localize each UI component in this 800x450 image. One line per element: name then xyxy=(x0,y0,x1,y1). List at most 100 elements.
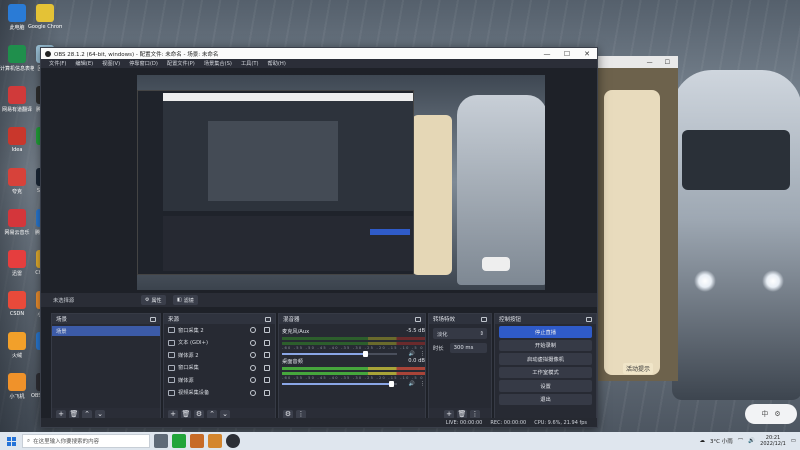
track-db: 0.0 dB xyxy=(408,358,425,364)
desktop-icon[interactable]: Google Chrome xyxy=(28,4,62,30)
undock-icon[interactable] xyxy=(265,316,271,322)
notification-icon[interactable]: ▭ xyxy=(791,438,796,444)
filters-button[interactable]: ◧ 滤镜 xyxy=(173,295,198,305)
taskbar: ⌕ 在这里输入你要搜索的内容 ☁ 3°C 小雨 ⌒ 🔊 20:21 2022/1… xyxy=(0,432,800,450)
lock-icon[interactable] xyxy=(264,352,270,359)
network-icon[interactable]: ⌒ xyxy=(738,437,744,445)
clock[interactable]: 20:21 2022/12/1 xyxy=(760,435,786,447)
duration-input[interactable]: 300 ms xyxy=(449,343,487,353)
controls-dock: 控制按钮 停止直播 开始录制 启动虚拟摄像机 工作室模式 设置 退出 xyxy=(494,313,597,421)
cpu-status: CPU: 9.6%, 21.94 fps xyxy=(534,419,587,426)
source-item[interactable]: 媒体源 2 xyxy=(164,349,275,362)
source-item[interactable]: 窗口采集 xyxy=(164,362,275,375)
menu-item[interactable]: 配置文件(P) xyxy=(167,60,195,67)
menu-item[interactable]: 编辑(E) xyxy=(75,60,93,67)
maximize-button[interactable]: ☐ xyxy=(557,50,577,58)
app-icon xyxy=(8,127,26,145)
menu-item[interactable]: 停靠窗口(D) xyxy=(129,60,158,67)
preview-canvas[interactable] xyxy=(137,75,545,290)
obs-titlebar: OBS 28.1.2 (64-bit, windows) - 配置文件: 未命名… xyxy=(41,48,597,59)
meter-ticks: -60 -55 -50 -45 -40 -35 -30 -25 -20 -15 … xyxy=(282,376,424,380)
control-button[interactable]: 退出 xyxy=(499,393,592,405)
menu-item[interactable]: 视图(V) xyxy=(102,60,120,67)
properties-button[interactable]: ⚙ 属性 xyxy=(141,295,166,305)
speaker-icon[interactable]: 🔊 xyxy=(409,381,415,387)
source-item[interactable]: 窗口采集 2 xyxy=(164,324,275,337)
visibility-icon[interactable] xyxy=(250,327,256,334)
minimize-button[interactable]: — xyxy=(537,50,557,58)
control-button[interactable]: 启动虚拟摄像机 xyxy=(499,353,592,365)
menu-item[interactable]: 工具(T) xyxy=(241,60,259,67)
visibility-icon[interactable] xyxy=(250,339,256,346)
maximize-icon[interactable]: ☐ xyxy=(665,59,670,66)
mixer-track: 桌面音频 0.0 dB -60 -55 -50 -45 -40 -35 -30 -2… xyxy=(282,358,425,387)
preview-nested-screen xyxy=(137,90,414,275)
start-button[interactable] xyxy=(0,432,22,450)
visibility-icon[interactable] xyxy=(250,377,256,384)
mixer-dock: 混音器 麦克风/Aux -5.5 dB -60 -55 -50 -45 -40 -3… xyxy=(278,313,426,421)
source-item[interactable]: 文本 (GDI+) xyxy=(164,337,275,350)
wechat-icon[interactable] xyxy=(172,434,186,448)
weather-text[interactable]: 3°C 小雨 xyxy=(710,437,733,445)
source-item[interactable]: 媒体源 xyxy=(164,374,275,387)
source-name: 视频采集设备 xyxy=(178,390,210,397)
taskbar-search[interactable]: ⌕ 在这里输入你要搜索的内容 xyxy=(22,434,150,448)
control-button[interactable]: 开始录制 xyxy=(499,339,592,351)
task-view-icon[interactable] xyxy=(154,434,168,448)
app-icon xyxy=(36,4,54,22)
volume-slider[interactable]: 🔊 ⋮ xyxy=(282,351,425,357)
control-button[interactable]: 停止直播 xyxy=(499,326,592,338)
audio-meter xyxy=(282,367,425,370)
source-name: 窗口采集 2 xyxy=(178,327,204,334)
app-taskbar-icon[interactable] xyxy=(208,434,222,448)
volume-icon[interactable]: 🔊 xyxy=(748,438,755,444)
obs-taskbar-icon[interactable] xyxy=(226,434,240,448)
source-name: 媒体源 2 xyxy=(178,352,199,359)
source-type-icon xyxy=(168,389,175,396)
source-type-icon xyxy=(168,377,175,384)
visibility-icon[interactable] xyxy=(250,364,256,371)
menu-bar: 文件(F) 编辑(E) 视图(V) 停靠窗口(D) 配置文件(P) 场景集合(S) 工具(T… xyxy=(41,59,597,68)
app-icon xyxy=(8,250,26,268)
lock-icon[interactable] xyxy=(264,327,270,334)
volume-knob[interactable] xyxy=(389,381,394,387)
visibility-icon[interactable] xyxy=(250,389,256,396)
speaker-icon[interactable]: 🔊 xyxy=(409,351,415,357)
track-menu-icon[interactable]: ⋮ xyxy=(420,381,425,387)
source-item[interactable]: 视频采集设备 xyxy=(164,387,275,400)
app-taskbar-icon[interactable] xyxy=(190,434,204,448)
lock-icon[interactable] xyxy=(264,377,270,384)
transition-select[interactable]: 淡化 ⇕ xyxy=(433,328,487,339)
wallpaper-train xyxy=(672,70,800,400)
audio-meter xyxy=(282,337,425,340)
window-title: OBS 28.1.2 (64-bit, windows) - 配置文件: 未命名… xyxy=(54,51,219,58)
ime-toolbar[interactable]: 中 ⚙ xyxy=(745,404,797,424)
control-button[interactable]: 设置 xyxy=(499,380,592,392)
menu-item[interactable]: 帮助(H) xyxy=(268,60,286,67)
close-button[interactable]: ✕ xyxy=(577,50,597,58)
lock-icon[interactable] xyxy=(264,339,270,346)
app-icon xyxy=(8,373,26,391)
gear-icon[interactable]: ⚙ xyxy=(774,410,780,418)
volume-knob[interactable] xyxy=(363,351,368,357)
lock-icon[interactable] xyxy=(264,364,270,371)
app-icon xyxy=(8,4,26,22)
scene-item[interactable]: 场景 xyxy=(52,326,160,336)
lock-icon[interactable] xyxy=(264,389,270,396)
rec-status: REC: 00:00:00 xyxy=(490,419,527,426)
minimize-icon[interactable]: — xyxy=(647,59,653,66)
activity-tip[interactable]: 活动提示 xyxy=(623,363,654,374)
volume-slider[interactable]: 🔊 ⋮ xyxy=(282,381,425,387)
undock-icon[interactable] xyxy=(150,316,156,322)
track-menu-icon[interactable]: ⋮ xyxy=(420,351,425,357)
source-type-icon xyxy=(168,339,175,346)
visibility-icon[interactable] xyxy=(250,352,256,359)
undock-icon[interactable] xyxy=(481,316,487,322)
control-button[interactable]: 工作室模式 xyxy=(499,366,592,378)
undock-icon[interactable] xyxy=(415,316,421,322)
gear-icon: ⚙ xyxy=(145,297,150,303)
menu-item[interactable]: 文件(F) xyxy=(49,60,66,67)
menu-item[interactable]: 场景集合(S) xyxy=(204,60,232,67)
undock-icon[interactable] xyxy=(586,316,592,322)
scenes-title: 场景 xyxy=(56,317,68,323)
